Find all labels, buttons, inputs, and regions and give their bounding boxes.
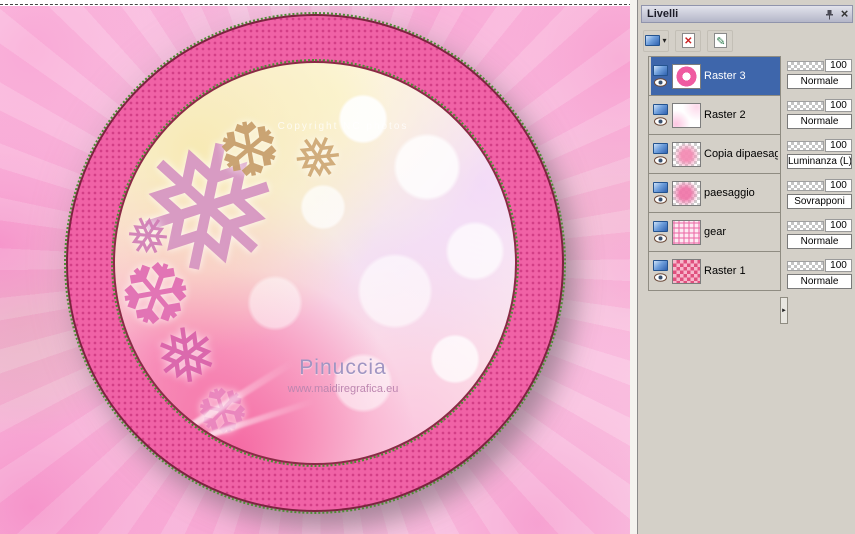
layer-type-icon [653, 143, 668, 154]
layer-properties: 100 Normale [786, 96, 853, 136]
layer-icon-stack [652, 182, 669, 204]
opacity-slider[interactable] [787, 140, 824, 151]
opacity-value[interactable]: 100 [825, 259, 852, 272]
opacity-slider[interactable] [787, 60, 824, 71]
layer-name[interactable]: gear [704, 226, 726, 238]
visibility-eye-icon[interactable] [654, 195, 667, 204]
layer-icon-stack [652, 143, 669, 165]
panel-titlebar[interactable]: Livelli × [641, 5, 853, 23]
visibility-eye-icon[interactable] [654, 273, 667, 282]
close-icon: × [840, 6, 849, 21]
layer-name[interactable]: Copia dipaesaggio [704, 148, 778, 160]
delete-layer-button[interactable]: ✕ [675, 29, 701, 52]
blend-mode-select[interactable]: Sovrapponi [787, 194, 852, 209]
opacity-value[interactable]: 100 [825, 139, 852, 152]
opacity-value[interactable]: 100 [825, 179, 852, 192]
splitter-arrow-icon: ► [781, 307, 787, 314]
delete-x-icon: ✕ [684, 36, 693, 47]
pink-frame-ring: ❅ ❆ ❅ ❆ ❅ ❆ ❅ Copyright NC photos Pinucc… [64, 12, 566, 514]
layer-icon-stack [652, 221, 669, 243]
blend-mode-select[interactable]: Normale [787, 74, 852, 89]
visibility-eye-icon[interactable] [654, 234, 667, 243]
artwork-image[interactable]: ❅ ❆ ❅ ❆ ❅ ❆ ❅ Copyright NC photos Pinucc… [0, 6, 632, 534]
blend-mode-select[interactable]: Normale [787, 114, 852, 129]
pushpin-icon [826, 9, 833, 19]
panel-title: Livelli [647, 8, 679, 20]
pin-icon[interactable] [822, 7, 837, 21]
layers-palette: Livelli × ▾ ✕ ✎ Raster 3 Raster 2 Copia … [637, 0, 855, 534]
workspace-gap [630, 0, 637, 534]
layer-properties: 100 Normale [786, 256, 853, 296]
layers-toolbar: ▾ ✕ ✎ [643, 29, 733, 52]
blend-mode-select[interactable]: Normale [787, 274, 852, 289]
opacity-slider[interactable] [787, 180, 824, 191]
edit-selection-button[interactable]: ✎ [707, 29, 733, 52]
new-layer-button[interactable]: ▾ [643, 29, 669, 52]
layer-properties: 100 Sovrapponi [786, 176, 853, 216]
layer-row-raster-2[interactable]: Raster 2 [649, 96, 780, 135]
close-button[interactable]: × [837, 7, 852, 21]
layer-thumbnail[interactable] [672, 258, 701, 284]
blend-mode-select[interactable]: Luminanza (L) [787, 154, 852, 169]
layer-row-raster-1[interactable]: Raster 1 [649, 252, 780, 291]
opacity-slider[interactable] [787, 260, 824, 271]
page-icon: ✕ [681, 33, 695, 48]
opacity-value[interactable]: 100 [825, 219, 852, 232]
layer-thumbnail[interactable] [672, 102, 701, 128]
layer-icon-stack [652, 260, 669, 282]
layer-icon-stack [652, 104, 669, 126]
layer-type-icon [653, 221, 668, 232]
chevron-down-icon: ▾ [662, 36, 667, 45]
blend-mode-select[interactable]: Normale [787, 234, 852, 249]
layer-name[interactable]: Raster 3 [704, 70, 746, 82]
copyright-watermark: Copyright NC photos [277, 121, 409, 132]
layers-list: Raster 3 Raster 2 Copia dipaesag paesagg… [648, 56, 781, 291]
layer-thumbnail[interactable] [672, 219, 701, 245]
selection-marquee [0, 4, 632, 5]
opacity-slider[interactable] [787, 100, 824, 111]
visibility-eye-icon[interactable] [654, 117, 667, 126]
page-icon: ✎ [713, 33, 727, 48]
layer-thumbnail[interactable] [672, 63, 701, 89]
layer-row-gear[interactable]: gear [649, 213, 780, 252]
layer-name[interactable]: Raster 1 [704, 265, 746, 277]
layer-thumbnail[interactable] [672, 141, 701, 167]
column-splitter-handle[interactable]: ► [780, 297, 788, 324]
layer-name[interactable]: Raster 2 [704, 109, 746, 121]
watermark-name: Pinuccia [299, 356, 387, 379]
layer-row-copia-dipaesaggio[interactable]: Copia dipaesaggio [649, 135, 780, 174]
canvas-area[interactable]: ❅ ❆ ❅ ❆ ❅ ❆ ❅ Copyright NC photos Pinucc… [0, 0, 632, 534]
layer-type-icon [653, 65, 668, 76]
layer-row-raster-3[interactable]: Raster 3 [649, 57, 780, 96]
layer-name[interactable]: paesaggio [704, 187, 755, 199]
opacity-value[interactable]: 100 [825, 59, 852, 72]
new-layer-icon [645, 35, 661, 46]
layer-properties: 100 Normale [786, 56, 853, 96]
layer-icon-stack [652, 65, 669, 87]
layer-thumbnail[interactable] [672, 180, 701, 206]
watermark-site: www.maidiregrafica.eu [287, 383, 399, 395]
layer-properties: 100 Normale [786, 216, 853, 256]
artwork-inner-circle: ❅ ❆ ❅ ❆ ❅ ❆ ❅ Copyright NC photos Pinucc… [111, 59, 519, 467]
layer-row-paesaggio[interactable]: paesaggio [649, 174, 780, 213]
opacity-slider[interactable] [787, 220, 824, 231]
layer-properties-column: 100 Normale 100 Normale 100 Luminanza (L… [786, 56, 853, 296]
layer-type-icon [653, 182, 668, 193]
opacity-value[interactable]: 100 [825, 99, 852, 112]
layer-properties: 100 Luminanza (L) [786, 136, 853, 176]
visibility-eye-icon[interactable] [654, 156, 667, 165]
visibility-eye-icon[interactable] [654, 78, 667, 87]
layer-type-icon [653, 260, 668, 271]
edit-pencil-icon: ✎ [716, 36, 726, 48]
layer-type-icon [653, 104, 668, 115]
